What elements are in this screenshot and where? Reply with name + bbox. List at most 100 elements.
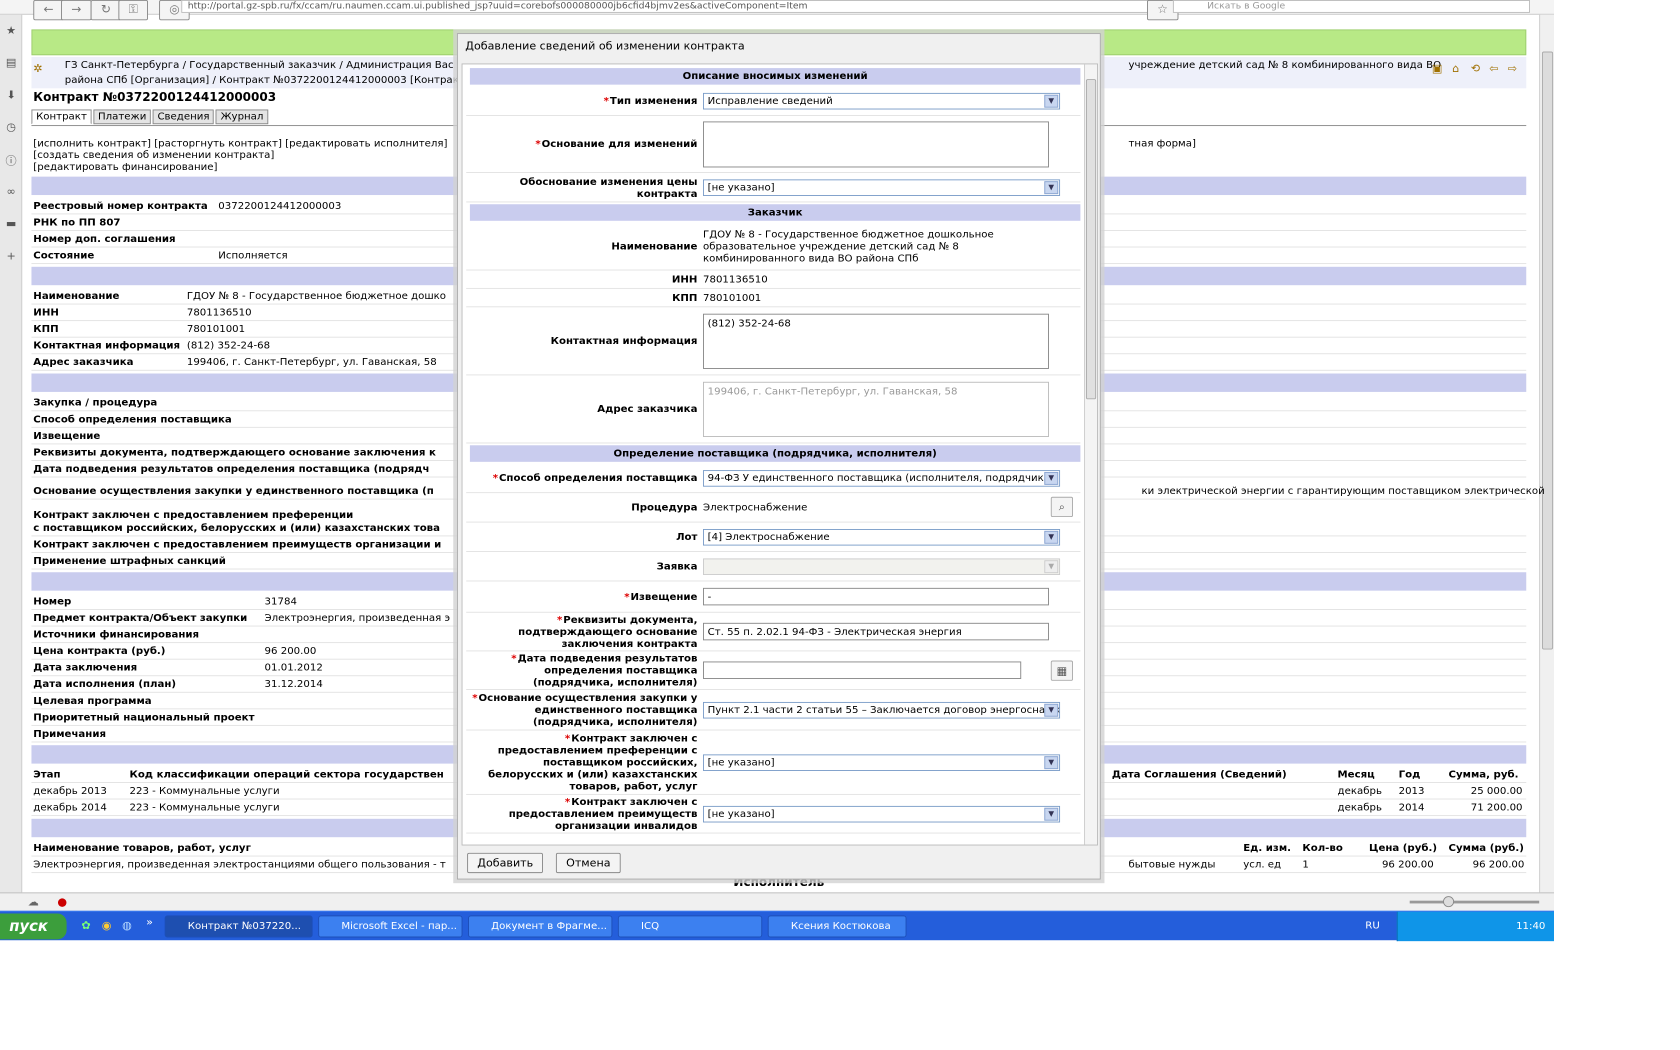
add-button[interactable]: Добавить — [467, 852, 544, 874]
section-header: Заказчик — [469, 204, 1081, 221]
result-date-row: *Дата подведения результатов определения… — [466, 651, 1081, 690]
taskbar: пуск ✿ ◉ ◍ » Контракт №037220... Microso… — [0, 910, 1554, 942]
single-supplier-row: *Основание осуществления закупки у единс… — [466, 690, 1081, 731]
page-scrollbar[interactable] — [1539, 14, 1554, 893]
lot-select[interactable]: [4] Электроснабжение ▼ — [703, 528, 1061, 546]
action-print-form[interactable]: тная форма] — [1129, 137, 1196, 149]
address-bar[interactable]: http://portal.gz-spb.ru/fx/ccam/ru.naume… — [181, 0, 1162, 13]
more-icon[interactable]: » — [146, 915, 153, 928]
folder-nav-icon[interactable]: ▣ — [1432, 61, 1442, 76]
comment-icon[interactable]: ▤ — [0, 47, 22, 79]
refresh-icon[interactable]: ⟲ — [1471, 61, 1480, 76]
search-icon[interactable]: ⌕ — [1050, 496, 1073, 518]
notice-row: * Извещение - — [466, 581, 1081, 613]
breadcrumb-right: учреждение детский сад № 8 комбинированн… — [1128, 58, 1442, 71]
home-icon[interactable]: ⌂ — [1452, 61, 1459, 76]
section-header: Определение поставщика (подрядчика, испо… — [469, 445, 1081, 462]
tab-journal[interactable]: Журнал — [215, 109, 269, 125]
chevron-down-icon: ▼ — [1044, 755, 1059, 769]
method-row: * Способ определения поставщика 94-ФЗ У е… — [466, 464, 1081, 494]
key-icon[interactable]: ⚿ — [118, 0, 148, 21]
chevron-down-icon: ▼ — [1044, 471, 1059, 485]
bid-select[interactable]: ▼ — [703, 557, 1061, 575]
customer-name-value: ГДОУ № 8 - Государственное бюджетное дош… — [703, 228, 994, 265]
dialog-title: Добавление сведений об изменении контрак… — [465, 39, 745, 53]
org-icon: ✲ — [33, 61, 43, 75]
icq-quick-icon[interactable]: ✿ — [81, 919, 90, 932]
browser-toolbar: ← → ↻ ⚿ ◎ http://portal.gz-spb.ru/fx/cca… — [0, 0, 1554, 21]
taskbar-item-contract[interactable]: Контракт №037220... — [164, 915, 313, 938]
price-reason-select[interactable]: [не указано] ▼ — [703, 178, 1061, 196]
taskbar-item-folder[interactable]: Ксения Костюкова — [767, 915, 907, 938]
link-icon[interactable]: ∞ — [0, 176, 22, 208]
chevron-down-icon: ▼ — [1044, 94, 1059, 108]
back-icon[interactable]: ← — [33, 0, 64, 21]
inn-row: ИНН 7801136510 — [466, 270, 1081, 289]
breadcrumb-line1[interactable]: ГЗ Санкт-Петербурга / Государственный за… — [65, 58, 491, 73]
info-icon[interactable]: ⓘ — [0, 144, 22, 176]
cancel-button[interactable]: Отмена — [555, 852, 621, 874]
arrow-left-icon[interactable]: ⇦ — [1489, 61, 1498, 76]
address-textarea[interactable]: 199406, г. Санкт-Петербург, ул. Гаванска… — [703, 381, 1049, 437]
notice-input[interactable]: - — [703, 587, 1049, 606]
single-supplier-select[interactable]: Пункт 2.1 части 2 статьи 55 – Заключаетс… — [703, 701, 1061, 719]
zoom-slider-handle[interactable] — [1443, 896, 1455, 908]
result-date-input[interactable] — [703, 661, 1022, 679]
dialog-scrollbar[interactable] — [1084, 64, 1098, 845]
tab-contract[interactable]: Контракт — [31, 109, 92, 125]
arrow-right-icon[interactable]: ⇨ — [1508, 61, 1517, 76]
chevron-down-icon: ▼ — [1044, 807, 1059, 821]
browser-statusbar: ☁ ● — [0, 892, 1554, 911]
zoom-slider[interactable] — [1409, 900, 1540, 904]
reload-icon[interactable]: ↻ — [90, 0, 122, 21]
basis-row: * Основание для изменений — [466, 116, 1081, 173]
page-title: Контракт №0372200124412000003 — [33, 91, 277, 105]
tab-info[interactable]: Сведения — [152, 109, 215, 125]
ie-icon[interactable]: ◍ — [122, 919, 132, 932]
procedure-row: Процедура Электроснабжение ⌕ — [466, 493, 1081, 523]
system-tray: 11:40 — [1396, 911, 1554, 942]
download-icon[interactable]: ⬇ — [0, 79, 22, 111]
taskbar-item-icq[interactable]: ICQ — [617, 915, 763, 938]
chevron-down-icon: ▼ — [1044, 180, 1059, 194]
address-row: Адрес заказчика 199406, г. Санкт-Петербу… — [466, 375, 1081, 444]
tab-payments[interactable]: Платежи — [93, 109, 151, 125]
star-icon[interactable]: ★ — [0, 15, 22, 47]
language-indicator[interactable]: RU — [1365, 919, 1380, 931]
addon-icon[interactable]: ● — [57, 895, 67, 908]
forward-icon[interactable]: → — [61, 0, 92, 21]
sidebar-toolbar: ★ ▤ ⬇ ◷ ⓘ ∞ ▬ + — [0, 14, 23, 893]
chrome-icon[interactable]: ◉ — [102, 919, 112, 932]
breadcrumb-line2[interactable]: района СПб [Организация] / Контракт №037… — [65, 73, 491, 88]
inn-value: 7801136510 — [703, 273, 768, 286]
plus-icon[interactable]: + — [0, 240, 22, 272]
change-type-row: * Тип изменения Исправление сведений ▼ — [466, 86, 1081, 116]
taskbar-item-document[interactable]: Документ в Фрагме... — [468, 915, 613, 938]
kpp-row: КПП 780101001 — [466, 289, 1081, 308]
clock-icon[interactable]: ◷ — [0, 111, 22, 143]
document-input[interactable]: Ст. 55 п. 2.02.1 94-ФЗ - Электрическая э… — [703, 622, 1049, 641]
kpp-value: 780101001 — [703, 291, 762, 304]
google-search-input[interactable]: Искать в Google — [1172, 0, 1530, 13]
contact-row: Контактная информация (812) 352-24-68 — [466, 307, 1081, 376]
basis-textarea[interactable] — [703, 120, 1049, 167]
clock[interactable]: 11:40 — [1516, 912, 1545, 941]
chevron-down-icon: ▼ — [1044, 559, 1059, 573]
taskbar-item-excel[interactable]: Microsoft Excel - пар... — [318, 915, 463, 938]
customer-name-row: Наименование ГДОУ № 8 - Государственное … — [466, 223, 1081, 271]
change-type-select[interactable]: Исправление сведений ▼ — [703, 92, 1061, 110]
advantage-select[interactable]: [не указано] ▼ — [703, 805, 1061, 823]
calendar-icon[interactable]: ▦ — [1050, 660, 1073, 681]
contact-textarea[interactable]: (812) 352-24-68 — [703, 313, 1049, 369]
method-select[interactable]: 94-ФЗ У единственного поставщика (исполн… — [703, 469, 1061, 487]
bid-row: Заявка ▼ — [466, 552, 1081, 582]
change-info-dialog: Добавление сведений об изменении контрак… — [456, 33, 1101, 880]
preference-select[interactable]: [не указано] ▼ — [703, 753, 1061, 771]
start-button[interactable]: пуск — [0, 913, 67, 940]
preference-row: *Контракт заключен с предоставлением пре… — [466, 730, 1081, 795]
dialog-body: Описание вносимых изменений * Тип изменен… — [461, 63, 1098, 846]
procedure-value: Электроснабжение — [703, 501, 808, 514]
cloud-icon: ☁ — [27, 895, 39, 909]
document-row: *Реквизиты документа, подтверждающего ос… — [466, 613, 1081, 652]
folder-icon[interactable]: ▬ — [0, 208, 22, 240]
